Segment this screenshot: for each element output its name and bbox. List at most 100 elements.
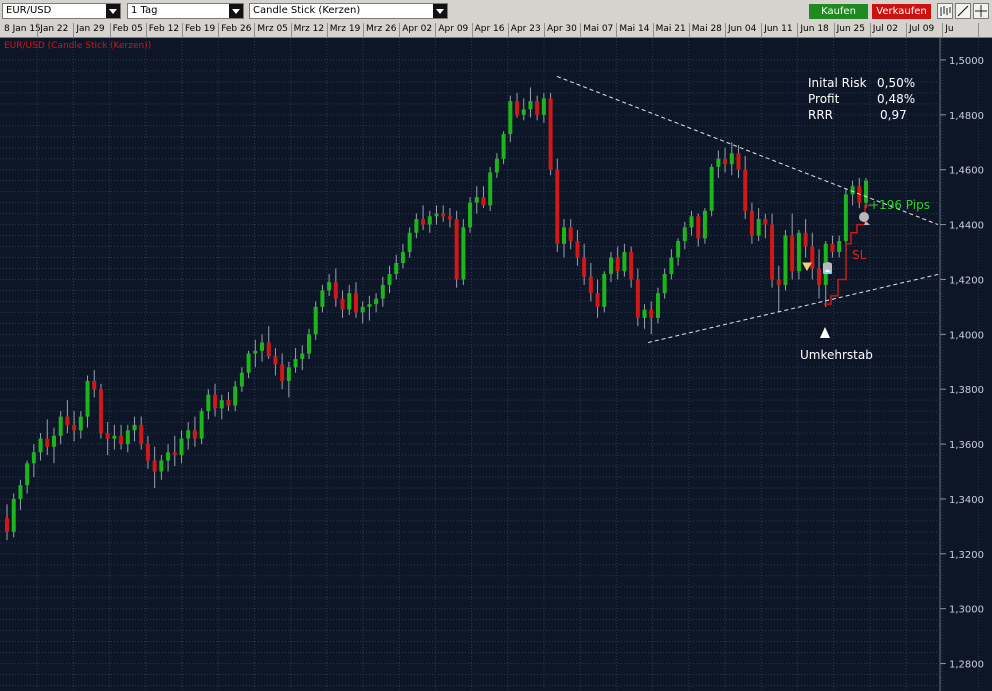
candle-up: [253, 350, 258, 354]
candle-up: [400, 252, 405, 263]
risk-label-initial: Inital Risk: [808, 76, 867, 90]
candle-down: [45, 438, 50, 447]
price-tick-label: 1,4400: [949, 221, 984, 232]
candle-up: [796, 232, 801, 272]
price-tick-label: 1,5000: [949, 56, 984, 67]
price-tick-label: 1,3800: [949, 385, 984, 396]
candle-up: [380, 284, 385, 299]
candle-down: [280, 364, 285, 381]
candle-down: [333, 282, 338, 299]
candle-up: [608, 257, 613, 274]
candle-down: [481, 197, 486, 206]
candle-up: [233, 386, 238, 406]
candle-up: [313, 306, 318, 335]
candle-down: [152, 460, 157, 472]
candle-down: [421, 219, 426, 225]
candle-down: [340, 298, 345, 310]
candle-up: [501, 134, 506, 159]
candle-down: [649, 309, 654, 318]
pips-gain-label: +196 Pips: [869, 198, 930, 212]
candle-up: [367, 304, 372, 307]
candle-up: [112, 435, 117, 439]
candle-down: [226, 400, 231, 406]
candle-down: [575, 241, 580, 258]
candle-up: [716, 158, 721, 167]
candle-up: [394, 262, 399, 274]
candle-up: [702, 210, 707, 239]
candle-down: [810, 246, 815, 269]
candle-down: [441, 213, 446, 217]
risk-label-profit: Profit: [808, 92, 840, 106]
candle-down: [119, 435, 124, 445]
candle-up: [347, 293, 352, 310]
candle-up: [387, 273, 392, 285]
candle-up: [25, 463, 30, 486]
risk-value-profit: 0,48%: [877, 92, 915, 106]
candle-up: [468, 202, 473, 228]
candle-up: [562, 227, 567, 244]
price-tick-label: 1,4600: [949, 166, 984, 177]
candle-up: [58, 416, 63, 436]
candle-up: [521, 109, 526, 115]
candle-up: [427, 216, 432, 225]
price-tick-label: 1,3400: [949, 495, 984, 506]
candle-down: [548, 98, 553, 170]
candle-down: [5, 518, 9, 532]
candle-up: [756, 219, 761, 236]
candle-down: [273, 356, 278, 365]
candle-up: [837, 241, 842, 253]
exit-point: [859, 212, 869, 222]
candle-up: [186, 430, 191, 439]
risk-value-rrr: 0,97: [880, 108, 907, 122]
price-tick-label: 1,3000: [949, 605, 984, 616]
chart-legend: EUR/USD (Candle Stick (Kerzen)): [4, 41, 151, 51]
candle-down: [776, 279, 781, 285]
candle-down: [447, 216, 452, 220]
candle-up: [327, 282, 332, 291]
candle-down: [790, 235, 795, 272]
candle-down: [535, 101, 540, 115]
candle-down: [192, 430, 197, 439]
candle-down: [582, 257, 587, 277]
candle-up: [494, 158, 499, 173]
candle-up: [689, 216, 694, 228]
candle-down: [749, 210, 754, 236]
candle-up: [488, 172, 493, 206]
candle-down: [454, 219, 459, 280]
candle-up: [541, 98, 546, 115]
candle-down: [635, 279, 640, 318]
candle-down: [615, 257, 620, 272]
candle-up: [709, 166, 714, 211]
candle-down: [555, 169, 560, 244]
candle-up: [246, 353, 251, 373]
candle-up: [286, 367, 291, 381]
candle-down: [770, 224, 775, 280]
candle-up: [864, 180, 868, 203]
candle-up: [293, 359, 298, 368]
candle-down: [568, 227, 573, 242]
candle-up: [783, 235, 788, 285]
candle-up: [374, 298, 379, 305]
candle-up: [360, 306, 365, 313]
candle-up: [474, 197, 479, 203]
candle-down: [595, 293, 600, 307]
candle-up: [434, 213, 439, 217]
candle-down: [743, 169, 748, 211]
candle-up: [729, 153, 734, 165]
candle-up: [18, 485, 23, 499]
candle-down: [817, 268, 822, 285]
candle-up: [11, 498, 16, 532]
candle-up: [655, 293, 660, 318]
candle-down: [65, 416, 70, 425]
candle-up: [306, 334, 311, 354]
chart-background: [0, 38, 992, 691]
candle-down: [515, 101, 520, 115]
candle-up: [38, 438, 43, 453]
price-tick-label: 1,4800: [949, 111, 984, 122]
candle-down: [696, 216, 701, 239]
candle-down: [145, 444, 150, 461]
price-chart[interactable]: 1,5000 1,4800 1,4600 1,4400 1,4200 1,4000 1,38…: [0, 0, 992, 691]
candle-down: [172, 452, 177, 456]
entry-point: [824, 262, 832, 270]
candle-up: [206, 394, 211, 412]
